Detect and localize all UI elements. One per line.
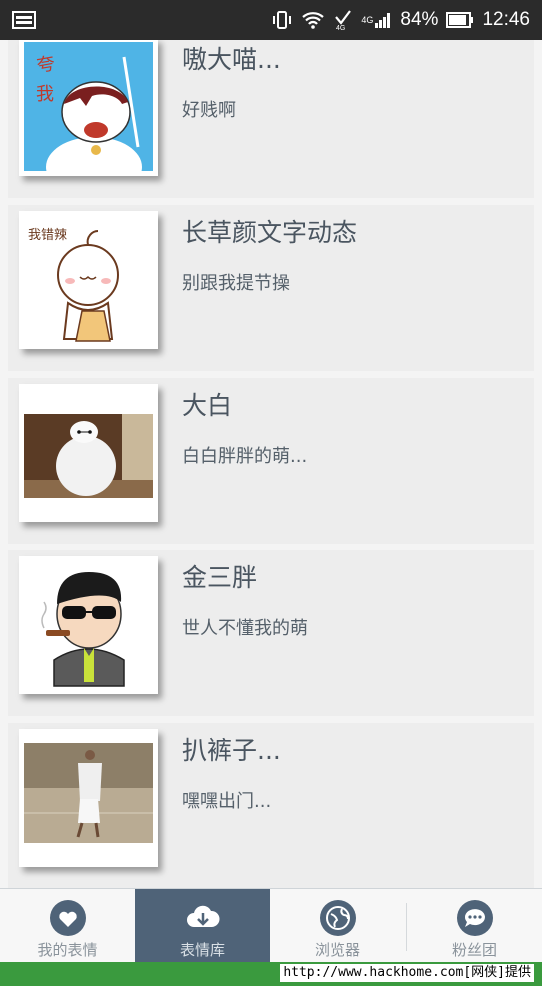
wifi-icon (301, 10, 325, 30)
network-type: 4G (361, 15, 374, 25)
item-subtitle: 别跟我提节操 (182, 273, 290, 294)
battery-icon (446, 12, 474, 28)
battery-percent: 84% (400, 9, 439, 30)
sticker-pack-list: 夸 我 嗷大喵... 好贱啊 我错辣 长草颜文字动态 别跟我提节操 大白 白白胖… (0, 40, 542, 888)
tab-label: 浏览器 (314, 941, 360, 959)
item-subtitle: 嘿嘿出门... (182, 791, 272, 812)
list-item[interactable]: 大白 白白胖胖的萌... (8, 378, 534, 544)
footer-bar: http://www.hackhome.com[网侠]提供 (0, 962, 542, 986)
clock: 12:46 (482, 9, 530, 30)
list-item[interactable]: 扒裤子... 嘿嘿出门... (8, 723, 534, 888)
item-subtitle: 白白胖胖的萌... (182, 446, 308, 467)
tab-label: 粉丝团 (451, 941, 497, 959)
svg-text:4G: 4G (336, 25, 345, 31)
thumbnail: 我错辣 (19, 211, 158, 349)
heart-icon (49, 899, 87, 941)
tab-fan-club[interactable]: 粉丝团 (407, 889, 542, 963)
svg-text:夸: 夸 (35, 53, 56, 77)
tab-label: 我的表情 (37, 941, 98, 959)
tab-sticker-library[interactable]: 表情库 (135, 889, 270, 963)
status-bar: 4G 4G 84% 12:46 (0, 0, 542, 40)
list-item[interactable]: 夸 我 嗷大喵... 好贱啊 (8, 40, 534, 198)
list-item[interactable]: 金三胖 世人不懂我的萌 (8, 550, 534, 716)
tab-my-stickers[interactable]: 我的表情 (0, 889, 135, 963)
thumbnail: 夸 我 (19, 40, 158, 176)
thumbnail (19, 729, 158, 867)
item-title: 大白 (182, 391, 233, 420)
item-subtitle: 好贱啊 (182, 100, 236, 121)
watermark-text: http://www.hackhome.com[网侠]提供 (280, 964, 534, 982)
svg-text:我: 我 (36, 84, 54, 105)
globe-icon (319, 899, 357, 941)
thumbnail (19, 556, 158, 694)
thumbnail (19, 384, 158, 522)
signal-icon: 4G (361, 11, 392, 29)
item-title: 嗷大喵... (182, 45, 281, 74)
chat-bubble-icon (456, 899, 494, 941)
list-item[interactable]: 我错辣 长草颜文字动态 别跟我提节操 (8, 205, 534, 371)
tab-browser[interactable]: 浏览器 (270, 889, 405, 963)
location-icon: 4G (333, 9, 353, 31)
notification-icon (12, 10, 36, 35)
bottom-tab-bar: 我的表情 表情库 浏览器 粉丝团 (0, 888, 542, 963)
cloud-download-icon (184, 899, 222, 941)
item-title: 扒裤子... (182, 736, 281, 765)
item-subtitle: 世人不懂我的萌 (182, 618, 308, 639)
tab-label: 表情库 (179, 941, 225, 959)
item-title: 长草颜文字动态 (182, 218, 358, 247)
svg-text:我错辣: 我错辣 (28, 228, 67, 243)
vibrate-icon (271, 9, 293, 31)
item-title: 金三胖 (182, 563, 258, 592)
